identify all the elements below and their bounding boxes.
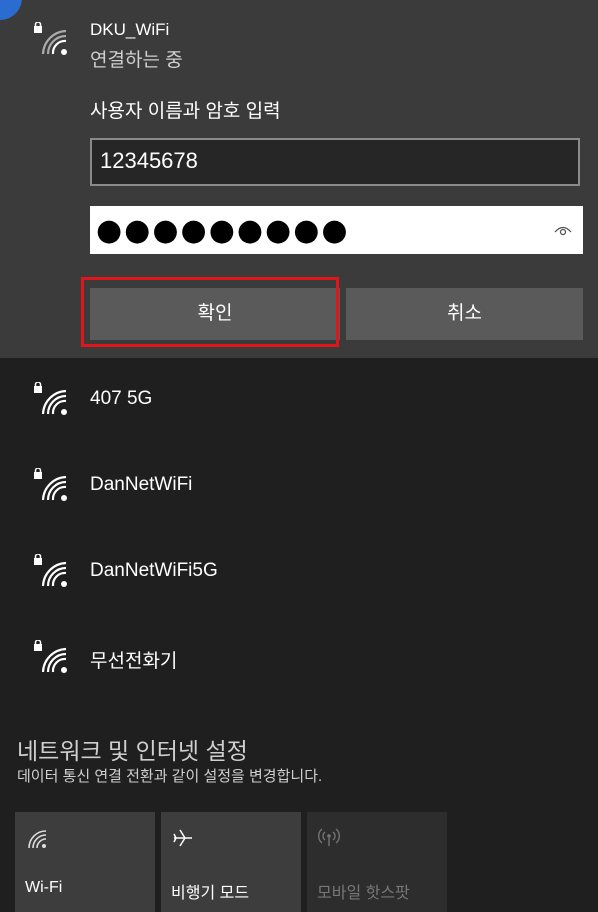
secured-wifi-icon — [33, 554, 67, 588]
secured-wifi-icon — [33, 22, 67, 56]
reveal-password-icon[interactable] — [553, 220, 573, 240]
network-name: 무선전화기 — [90, 651, 178, 672]
network-name: DKU_WiFi — [90, 20, 170, 39]
password-mask: ●●●●●●●●● — [96, 213, 350, 248]
username-input[interactable]: 12345678 — [90, 138, 580, 186]
network-item-wireless-phone[interactable]: 무선전화기 — [0, 618, 598, 698]
credentials-prompt: 사용자 이름과 암호 입력 — [90, 101, 281, 122]
step-badge — [0, 0, 22, 20]
connecting-panel: DKU_WiFi 연결하는 중 사용자 이름과 암호 입력 12345678 ●… — [0, 0, 598, 358]
airplane-icon — [173, 829, 192, 847]
wifi-icon — [28, 830, 47, 849]
ok-button-highlight — [81, 277, 339, 347]
secured-wifi-icon — [33, 640, 67, 674]
network-item-dannetwifi5g[interactable]: DanNetWiFi5G — [0, 532, 598, 612]
tile-label: 비행기 모드 — [171, 885, 250, 902]
network-item-dannetwifi[interactable]: DanNetWiFi — [0, 446, 598, 526]
wifi-toggle-tile[interactable]: Wi-Fi — [15, 812, 155, 912]
cancel-button[interactable]: 취소 — [346, 288, 583, 340]
network-name: 407 5G — [90, 388, 153, 409]
password-input[interactable]: ●●●●●●●●● — [90, 206, 583, 254]
network-item-407-5g[interactable]: 407 5G — [0, 360, 598, 440]
mobile-hotspot-tile[interactable]: 모바일 핫스팟 — [307, 812, 447, 912]
secured-wifi-icon — [33, 468, 67, 502]
network-settings-description: 데이터 통신 연결 전환과 같이 설정을 변경합니다. — [17, 768, 323, 785]
secured-wifi-icon — [33, 382, 67, 416]
tile-label: 모바일 핫스팟 — [317, 885, 410, 902]
connection-status: 연결하는 중 — [90, 50, 183, 71]
airplane-mode-tile[interactable]: 비행기 모드 — [161, 812, 301, 912]
hotspot-icon — [318, 828, 340, 846]
network-name: DanNetWiFi — [90, 474, 193, 495]
tile-label: Wi-Fi — [25, 879, 63, 896]
network-settings-link[interactable]: 네트워크 및 인터넷 설정 — [17, 732, 248, 766]
network-name: DanNetWiFi5G — [90, 560, 218, 581]
